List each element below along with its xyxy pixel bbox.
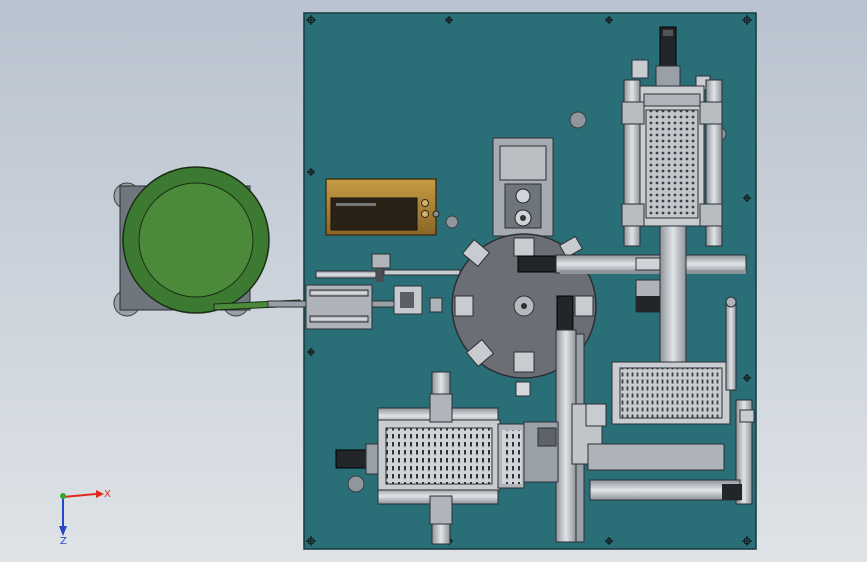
axis-x-label: X	[104, 489, 111, 500]
axis-triad: X Z	[59, 489, 111, 547]
cad-viewport[interactable]: X Z	[0, 0, 867, 562]
vibratory-bowl-feeder[interactable]	[113, 166, 301, 317]
control-box[interactable]	[325, 178, 440, 236]
axis-z-label: Z	[60, 536, 67, 547]
